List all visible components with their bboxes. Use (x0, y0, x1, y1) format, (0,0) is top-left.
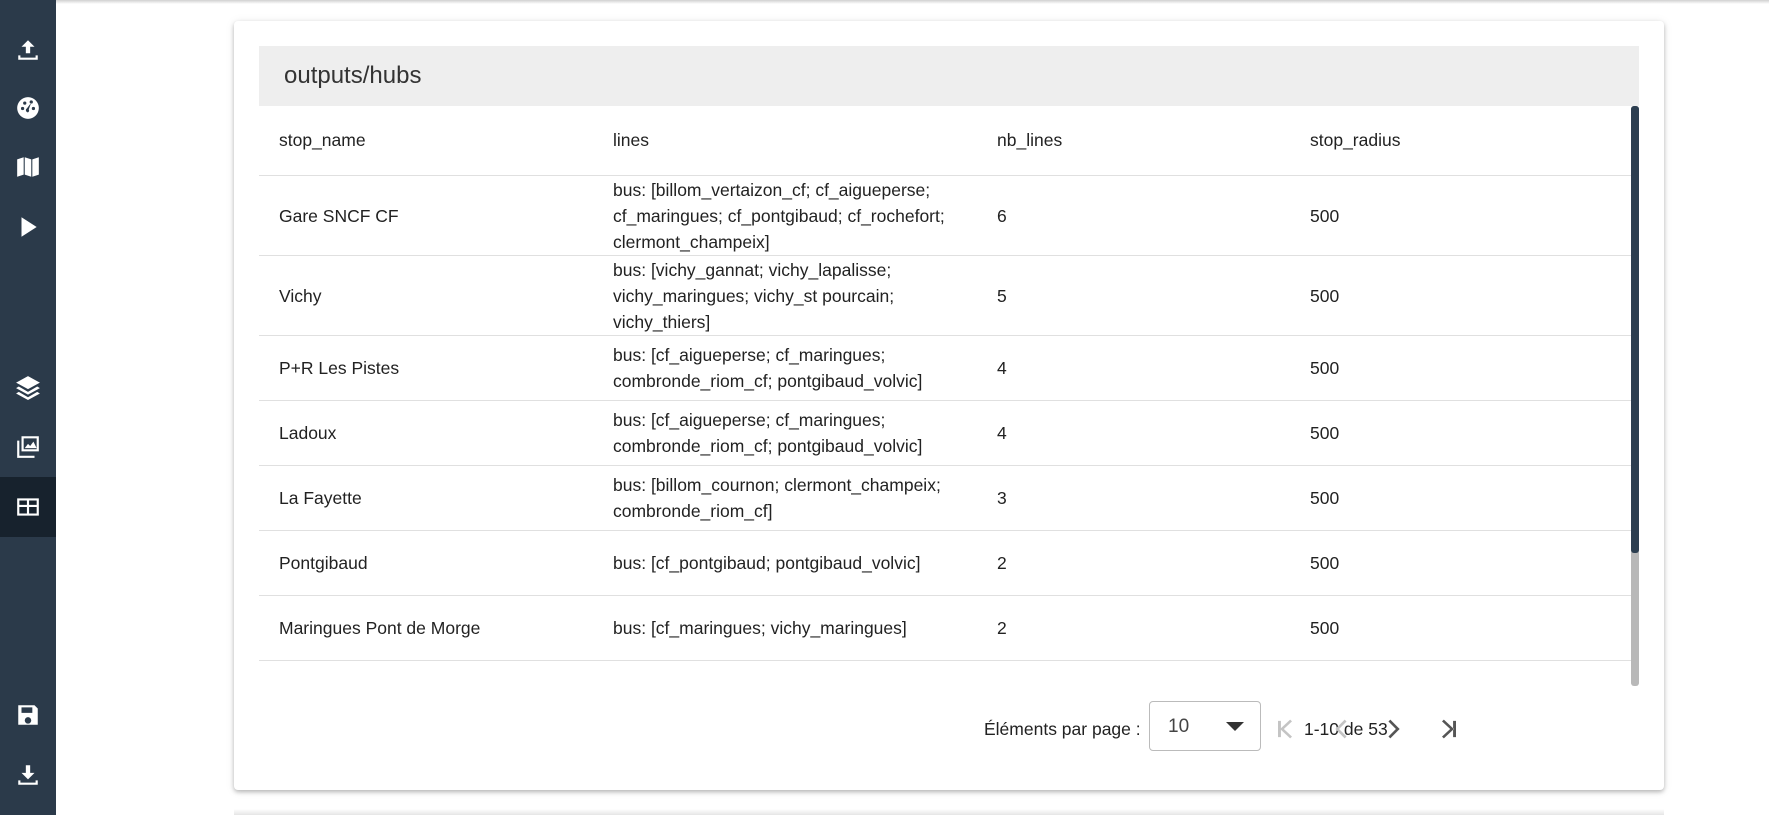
table-row[interactable]: La Fayette bus: [billom_cournon; clermon… (259, 465, 1631, 531)
cell-stop-radius: 500 (1290, 255, 1631, 336)
upload-button[interactable] (0, 20, 56, 80)
cell-stop-name: Gare SNCF CF (259, 175, 593, 256)
cell-stop-radius: 500 (1290, 400, 1631, 466)
paginator: Éléments par page : 10 1-10 de 53 (234, 701, 1664, 757)
table-row[interactable]: P+R Les Pistes bus: [cf_aigueperse; cf_m… (259, 335, 1631, 401)
next-page-button[interactable] (1373, 707, 1417, 751)
table-row[interactable]: Pontgibaud bus: [cf_pontgibaud; pontgiba… (259, 530, 1631, 596)
page-size-select[interactable]: 10 (1149, 701, 1261, 751)
cell-stop-name: Billom (259, 660, 593, 686)
column-header-nb-lines[interactable]: nb_lines (977, 106, 1290, 176)
sidebar (0, 0, 56, 815)
hubs-table-card: outputs/hubs stop_name lines nb_lines st… (234, 21, 1664, 790)
hubs-table: stop_name lines nb_lines stop_radius Gar… (259, 106, 1631, 686)
table-header-row: stop_name lines nb_lines stop_radius (259, 106, 1631, 176)
play-icon (21, 217, 37, 237)
table-button[interactable] (0, 477, 56, 537)
cell-stop-name: Pontgibaud (259, 530, 593, 596)
cell-lines: bus: [billom_cournon; clermont_champeix;… (593, 465, 977, 531)
cell-nb-lines: 3 (977, 465, 1290, 531)
cell-stop-radius: 500 (1290, 660, 1631, 686)
cell-lines: bus: [billom_vertaizon_cf; cf_aigueperse… (593, 175, 977, 256)
map-icon (17, 157, 39, 177)
cell-stop-radius: 500 (1290, 175, 1631, 256)
last-page-icon (1442, 719, 1456, 739)
scrollbar-thumb[interactable] (1631, 106, 1639, 553)
layers-button[interactable] (0, 357, 56, 417)
cell-nb-lines: 6 (977, 175, 1290, 256)
save-button[interactable] (0, 685, 56, 745)
cell-nb-lines: 2 (977, 595, 1290, 661)
table-row[interactable]: Gare SNCF CF bus: [billom_vertaizon_cf; … (259, 175, 1631, 256)
cell-lines: bus: [cf_maringues; vichy_maringues] (593, 595, 977, 661)
cell-lines: bus: [cf_aigueperse; cf_maringues; combr… (593, 400, 977, 466)
items-per-page-label: Éléments par page : (984, 719, 1141, 739)
table-row[interactable]: Maringues Pont de Morge bus: [cf_maringu… (259, 595, 1631, 661)
chevron-left-icon (1335, 719, 1347, 739)
map-button[interactable] (0, 137, 56, 197)
column-header-stop-radius[interactable]: stop_radius (1290, 106, 1631, 176)
cell-nb-lines: 4 (977, 335, 1290, 401)
download-button[interactable] (0, 745, 56, 805)
images-icon (17, 436, 39, 458)
cell-lines: bus: [cf_pontgibaud; pontgibaud_volvic] (593, 530, 977, 596)
cell-stop-radius: 500 (1290, 335, 1631, 401)
images-button[interactable] (0, 416, 56, 476)
download-icon (18, 765, 38, 785)
cell-stop-name: Vichy (259, 255, 593, 336)
play-button[interactable] (0, 197, 56, 257)
table-scrollbar[interactable] (1631, 106, 1639, 686)
cell-lines: bus: [cf_aigueperse; cf_maringues; combr… (593, 335, 977, 401)
save-icon (18, 705, 38, 725)
cell-stop-radius: 500 (1290, 465, 1631, 531)
first-page-button[interactable] (1263, 707, 1307, 751)
layers-icon (16, 376, 40, 400)
page-size-value: 10 (1168, 716, 1190, 737)
table-row[interactable]: Vichy bus: [vichy_gannat; vichy_lapaliss… (259, 255, 1631, 336)
caret-down-icon (1226, 722, 1244, 731)
first-page-icon (1278, 719, 1292, 739)
dashboard-button[interactable] (0, 78, 56, 138)
cell-nb-lines: 2 (977, 530, 1290, 596)
cell-stop-name: La Fayette (259, 465, 593, 531)
cell-stop-radius: 500 (1290, 595, 1631, 661)
cell-nb-lines: 4 (977, 400, 1290, 466)
chevron-right-icon (1388, 719, 1400, 739)
next-card-edge (234, 809, 1664, 815)
table-icon (17, 498, 39, 516)
table-row[interactable]: Ladoux bus: [cf_aigueperse; cf_maringues… (259, 400, 1631, 466)
cell-stop-name: Ladoux (259, 400, 593, 466)
cell-lines: bus: [vichy_gannat; vichy_lapalisse; vic… (593, 255, 977, 336)
cell-nb-lines: 5 (977, 255, 1290, 336)
column-header-lines[interactable]: lines (593, 106, 977, 176)
column-header-stop-name[interactable]: stop_name (259, 106, 593, 176)
previous-page-button[interactable] (1318, 707, 1362, 751)
cell-nb-lines: 2 (977, 660, 1290, 686)
top-shadow (56, 0, 1769, 4)
card-title: outputs/hubs (259, 46, 1639, 106)
table-scroll-area[interactable]: stop_name lines nb_lines stop_radius Gar… (259, 106, 1639, 686)
table-row[interactable]: Billom bus: [billom_cournon; billom_vert… (259, 660, 1631, 686)
cell-stop-name: P+R Les Pistes (259, 335, 593, 401)
upload-icon (18, 40, 38, 60)
cell-stop-name: Maringues Pont de Morge (259, 595, 593, 661)
last-page-button[interactable] (1427, 707, 1471, 751)
cell-stop-radius: 500 (1290, 530, 1631, 596)
dashboard-gauge-icon (17, 97, 39, 119)
cell-lines: bus: [billom_cournon; billom_vertaizon_c… (593, 660, 977, 686)
